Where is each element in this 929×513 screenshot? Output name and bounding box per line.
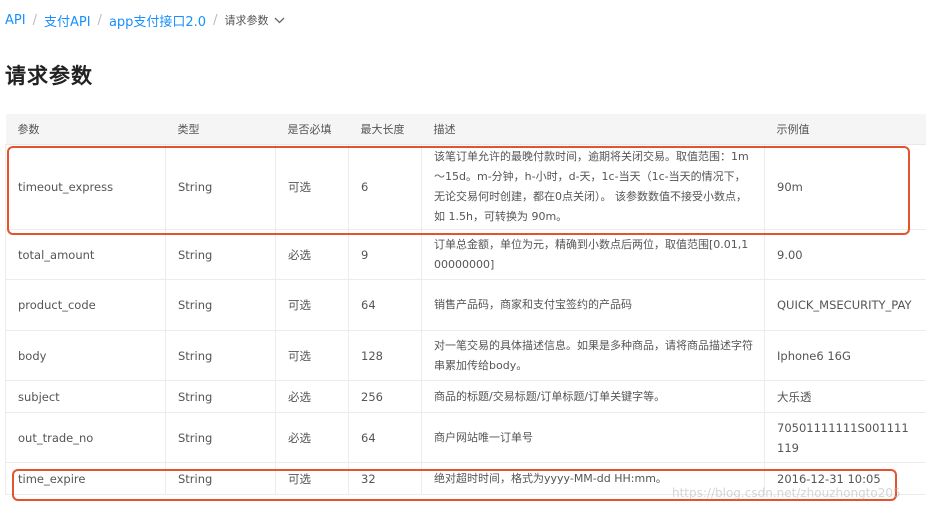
cell-description: 对一笔交易的具体描述信息。如果是多种商品，请将商品描述字符串累加传给body。 [421, 330, 765, 381]
breadcrumb-link-app-pay[interactable]: app支付接口2.0 [109, 11, 206, 30]
cell-description: 绝对超时时间，格式为yyyy-MM-dd HH:mm。 [421, 462, 765, 495]
cell-param: product_code [5, 279, 166, 331]
breadcrumb-current-label: 请求参数 [224, 14, 269, 27]
cell-required: 可选 [275, 330, 349, 381]
cell-type: String [165, 279, 276, 331]
breadcrumb-current-dropdown[interactable]: 请求参数 [224, 12, 285, 28]
column-header-max-length: 最大长度 [348, 114, 422, 145]
table-row: timeout_express String 可选 6 该笔订单允许的最晚付款时… [5, 144, 926, 230]
breadcrumb-link-pay-api[interactable]: 支付API [44, 11, 91, 30]
table-row: time_expire String 可选 32 绝对超时时间，格式为yyyy-… [5, 462, 926, 495]
cell-param: timeout_express [5, 144, 166, 230]
cell-param: total_amount [5, 229, 166, 280]
table-row: out_trade_no String 必选 64 商户网站唯一订单号 7050… [5, 412, 926, 463]
cell-max-length: 32 [348, 462, 422, 495]
column-header-description: 描述 [421, 114, 765, 145]
cell-description: 销售产品码，商家和支付宝签约的产品码 [421, 279, 765, 331]
chevron-down-icon [274, 17, 285, 24]
cell-example: Iphone6 16G [764, 330, 926, 381]
cell-type: String [165, 380, 276, 413]
cell-description: 商品的标题/交易标题/订单标题/订单关键字等。 [421, 380, 765, 413]
cell-max-length: 128 [348, 330, 422, 381]
cell-required: 可选 [275, 279, 349, 331]
cell-example: 2016-12-31 10:05 [764, 462, 926, 495]
cell-type: String [165, 144, 276, 230]
params-table: 参数 类型 是否必填 最大长度 描述 示例值 timeout_express S… [5, 114, 926, 495]
cell-max-length: 9 [348, 229, 422, 280]
cell-max-length: 6 [348, 144, 422, 230]
cell-required: 可选 [275, 144, 349, 230]
breadcrumb: API / 支付API / app支付接口2.0 / 请求参数 [5, 10, 285, 30]
column-header-type: 类型 [165, 114, 276, 145]
cell-example: 90m [764, 144, 926, 230]
cell-max-length: 64 [348, 279, 422, 331]
page-title: 请求参数 [5, 64, 93, 88]
table-row: body String 可选 128 对一笔交易的具体描述信息。如果是多种商品，… [5, 330, 926, 381]
breadcrumb-separator: / [213, 12, 218, 28]
cell-type: String [165, 462, 276, 495]
cell-required: 可选 [275, 462, 349, 495]
cell-example: 大乐透 [764, 380, 926, 413]
cell-example: 70501111111S001111119 [764, 412, 926, 463]
cell-type: String [165, 412, 276, 463]
column-header-example: 示例值 [764, 114, 926, 145]
cell-required: 必选 [275, 380, 349, 413]
cell-description: 该笔订单允许的最晚付款时间，逾期将关闭交易。取值范围：1m～15d。m-分钟，h… [421, 144, 765, 230]
cell-required: 必选 [275, 412, 349, 463]
cell-required: 必选 [275, 229, 349, 280]
cell-description: 订单总金额，单位为元，精确到小数点后两位，取值范围[0.01,100000000… [421, 229, 765, 280]
cell-description: 商户网站唯一订单号 [421, 412, 765, 463]
cell-example: QUICK_MSECURITY_PAY [764, 279, 926, 331]
cell-param: subject [5, 380, 166, 413]
table-row: subject String 必选 256 商品的标题/交易标题/订单标题/订单… [5, 380, 926, 413]
table-header-row: 参数 类型 是否必填 最大长度 描述 示例值 [5, 114, 926, 145]
cell-param: body [5, 330, 166, 381]
breadcrumb-separator: / [97, 12, 102, 28]
cell-param: out_trade_no [5, 412, 166, 463]
breadcrumb-link-api[interactable]: API [5, 13, 26, 28]
cell-type: String [165, 330, 276, 381]
cell-type: String [165, 229, 276, 280]
column-header-param: 参数 [5, 114, 166, 145]
cell-max-length: 256 [348, 380, 422, 413]
cell-param: time_expire [5, 462, 166, 495]
cell-example: 9.00 [764, 229, 926, 280]
table-row: total_amount String 必选 9 订单总金额，单位为元，精确到小… [5, 229, 926, 280]
breadcrumb-separator: / [32, 12, 37, 28]
table-row: product_code String 可选 64 销售产品码，商家和支付宝签约… [5, 279, 926, 331]
cell-max-length: 64 [348, 412, 422, 463]
column-header-required: 是否必填 [275, 114, 349, 145]
